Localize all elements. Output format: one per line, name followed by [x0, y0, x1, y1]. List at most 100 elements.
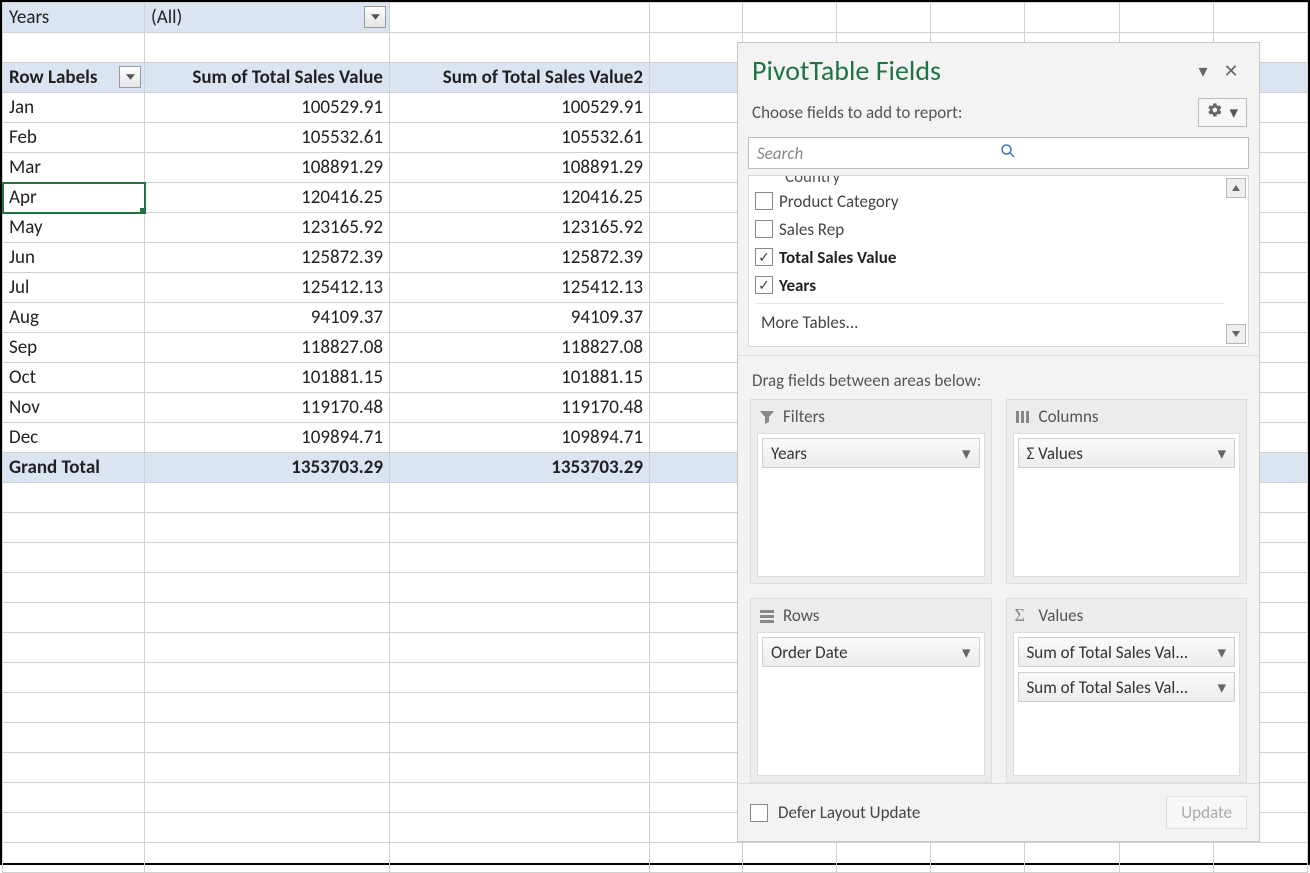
area-field-pill[interactable]: Years▾	[762, 438, 980, 468]
pill-label: Sum of Total Sales Val...	[1027, 677, 1218, 698]
value-cell[interactable]: 125872.39	[390, 243, 650, 273]
rows-icon	[759, 608, 775, 624]
rows-area[interactable]: Rows Order Date▾	[750, 598, 992, 783]
report-filter-name[interactable]: Years	[3, 3, 145, 33]
value-cell[interactable]: 100529.91	[390, 93, 650, 123]
values-area-title: Values	[1039, 605, 1084, 626]
search-placeholder: Search	[757, 143, 999, 164]
columns-area[interactable]: Columns Σ Values▾	[1006, 399, 1248, 584]
field-list[interactable]: Country Product Category Sales Rep ✓ Total S…	[748, 175, 1249, 347]
value-cell[interactable]: 119170.48	[390, 393, 650, 423]
pivottable-fields-pane: PivotTable Fields ▾ ✕ Choose fields to a…	[737, 42, 1260, 842]
pill-label: Σ Values	[1027, 443, 1218, 464]
row-label-cell[interactable]: Sep	[3, 333, 145, 363]
field-item-cut: Country	[785, 175, 1224, 187]
rows-area-title: Rows	[783, 605, 819, 626]
row-label-cell[interactable]: Nov	[3, 393, 145, 423]
search-input[interactable]: Search	[748, 137, 1249, 169]
pane-menu-dropdown[interactable]: ▾	[1189, 60, 1217, 82]
report-filter-value[interactable]: (All)	[145, 3, 390, 33]
row-label-cell[interactable]: Apr	[3, 183, 145, 213]
value-cell[interactable]: 94109.37	[145, 303, 390, 333]
scroll-down-button[interactable]	[1226, 324, 1246, 344]
value-cell[interactable]: 105532.61	[145, 123, 390, 153]
value-cell[interactable]: 118827.08	[145, 333, 390, 363]
value-header-1[interactable]: Sum of Total Sales Value	[145, 63, 390, 93]
more-tables-link[interactable]: More Tables...	[761, 312, 1218, 333]
grand-total-label[interactable]: Grand Total	[3, 453, 145, 483]
row-label-cell[interactable]: Oct	[3, 363, 145, 393]
field-item[interactable]: Product Category	[755, 187, 1224, 215]
field-item[interactable]: ✓ Total Sales Value	[755, 243, 1224, 271]
field-label: Product Category	[779, 191, 899, 212]
value-cell[interactable]: 123165.92	[390, 213, 650, 243]
value-cell[interactable]: 101881.15	[145, 363, 390, 393]
field-checkbox[interactable]	[755, 220, 773, 238]
field-checkbox[interactable]	[755, 192, 773, 210]
value-cell[interactable]: 100529.91	[145, 93, 390, 123]
filter-dropdown-button[interactable]	[364, 6, 386, 28]
pane-title: PivotTable Fields	[752, 53, 1189, 88]
area-field-pill[interactable]: Sum of Total Sales Val...▾	[1018, 637, 1236, 667]
row-labels-header[interactable]: Row Labels	[3, 63, 145, 93]
row-label-cell[interactable]: Aug	[3, 303, 145, 333]
area-field-pill[interactable]: Σ Values▾	[1018, 438, 1236, 468]
row-label-cell[interactable]: Feb	[3, 123, 145, 153]
defer-layout-checkbox[interactable]	[750, 804, 768, 822]
value-cell[interactable]: 101881.15	[390, 363, 650, 393]
value-cell[interactable]: 125412.13	[390, 273, 650, 303]
value-cell[interactable]: 108891.29	[145, 153, 390, 183]
value-cell[interactable]: 109894.71	[145, 423, 390, 453]
pill-label: Order Date	[771, 642, 962, 663]
values-area[interactable]: Σ Values Sum of Total Sales Val...▾Sum o…	[1006, 598, 1248, 783]
choose-fields-label: Choose fields to add to report:	[752, 102, 1198, 123]
row-label-cell[interactable]: Dec	[3, 423, 145, 453]
value-cell[interactable]: 109894.71	[390, 423, 650, 453]
filter-icon	[759, 409, 775, 425]
chevron-down-icon: ▾	[1217, 642, 1226, 663]
field-checkbox[interactable]: ✓	[755, 248, 773, 266]
row-label-cell[interactable]: Jan	[3, 93, 145, 123]
columns-area-title: Columns	[1039, 406, 1099, 427]
row-label-cell[interactable]: Jul	[3, 273, 145, 303]
defer-layout-label: Defer Layout Update	[778, 802, 920, 823]
filters-area[interactable]: Filters Years▾	[750, 399, 992, 584]
row-labels-dropdown[interactable]	[119, 66, 141, 88]
field-item[interactable]: ✓ Years	[755, 271, 1224, 299]
value-cell[interactable]: 120416.25	[145, 183, 390, 213]
grand-total-v2[interactable]: 1353703.29	[390, 453, 650, 483]
value-cell[interactable]: 94109.37	[390, 303, 650, 333]
value-cell[interactable]: 108891.29	[390, 153, 650, 183]
columns-icon	[1015, 409, 1031, 425]
row-label-cell[interactable]: May	[3, 213, 145, 243]
value-cell[interactable]: 118827.08	[390, 333, 650, 363]
close-icon[interactable]: ✕	[1217, 60, 1245, 82]
row-label-cell[interactable]: Jun	[3, 243, 145, 273]
sigma-icon: Σ	[1015, 608, 1031, 624]
pill-label: Years	[771, 443, 962, 464]
value-cell[interactable]: 105532.61	[390, 123, 650, 153]
value-cell[interactable]: 125872.39	[145, 243, 390, 273]
value-cell[interactable]: 119170.48	[145, 393, 390, 423]
value-cell[interactable]: 123165.92	[145, 213, 390, 243]
field-label: Total Sales Value	[779, 247, 896, 268]
pill-label: Sum of Total Sales Val...	[1027, 642, 1218, 663]
chevron-down-icon: ▾	[962, 443, 971, 464]
gear-icon	[1207, 102, 1223, 123]
value-cell[interactable]: 120416.25	[390, 183, 650, 213]
value-header-2[interactable]: Sum of Total Sales Value2	[390, 63, 650, 93]
field-checkbox[interactable]: ✓	[755, 276, 773, 294]
grand-total-v1[interactable]: 1353703.29	[145, 453, 390, 483]
chevron-down-icon: ▾	[962, 642, 971, 663]
field-list-options-button[interactable]: ▾	[1198, 98, 1247, 127]
drag-hint-label: Drag fields between areas below:	[738, 355, 1259, 399]
row-label-cell[interactable]: Mar	[3, 153, 145, 183]
chevron-down-icon: ▾	[1217, 443, 1226, 464]
area-field-pill[interactable]: Order Date▾	[762, 637, 980, 667]
field-item[interactable]: Sales Rep	[755, 215, 1224, 243]
value-cell[interactable]: 125412.13	[145, 273, 390, 303]
area-field-pill[interactable]: Sum of Total Sales Val...▾	[1018, 672, 1236, 702]
scroll-up-button[interactable]	[1226, 178, 1246, 198]
update-button[interactable]: Update	[1166, 796, 1247, 829]
field-label: Years	[779, 275, 816, 296]
